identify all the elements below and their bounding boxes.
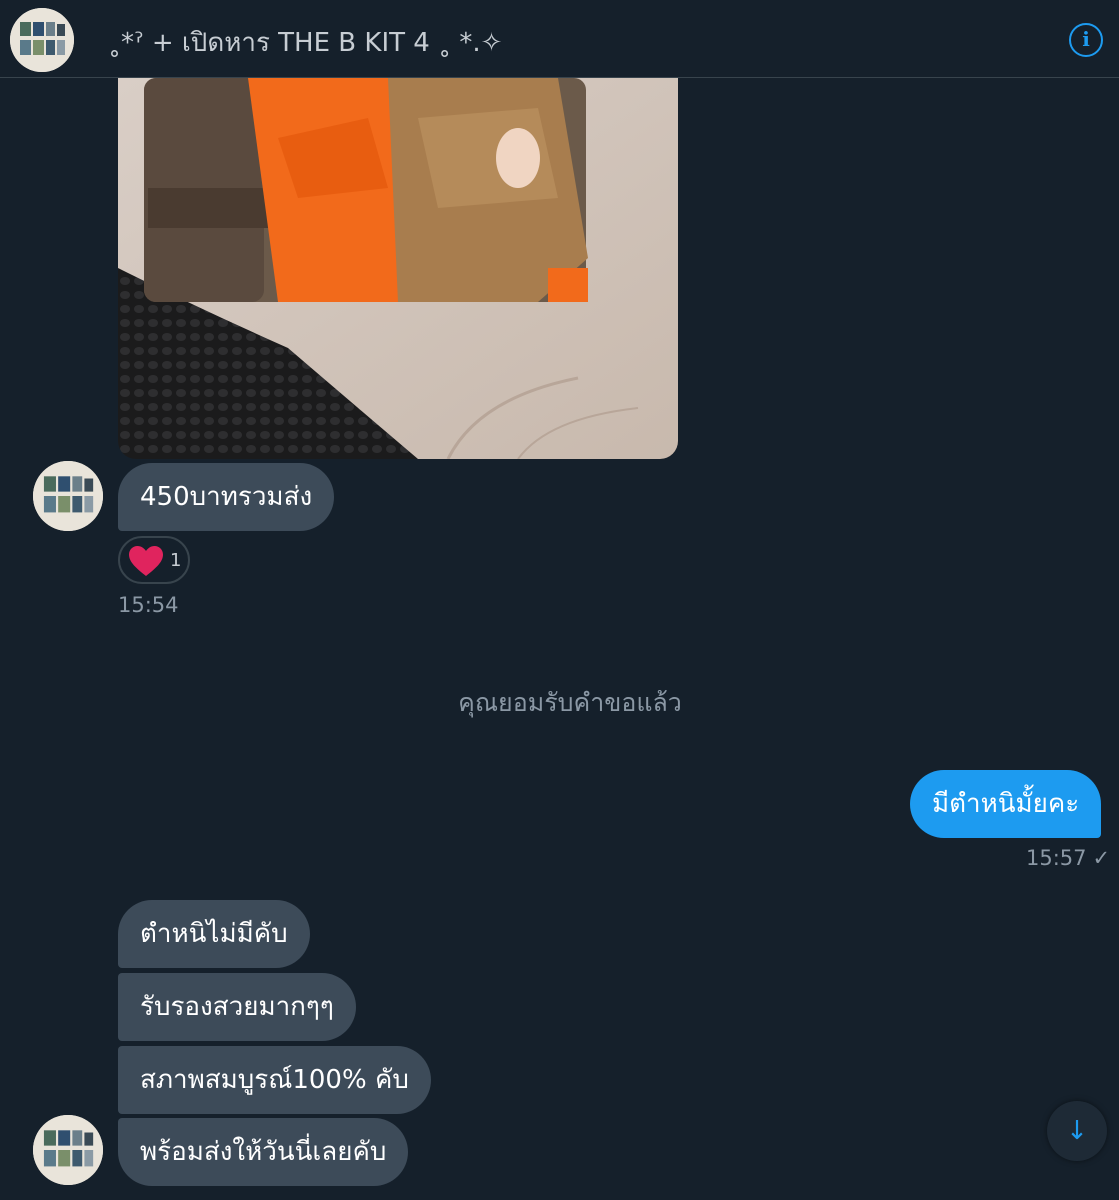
sender-avatar[interactable] <box>33 461 103 531</box>
message-bubble-incoming[interactable]: ตำหนิไม่มีคับ <box>118 900 310 968</box>
message-timestamp: 15:54 <box>118 593 179 617</box>
conversation-title: ˳*ˀ + เปิดหาร THE B KIT 4 ˳ *.✧ <box>108 28 503 58</box>
reaction-count: 1 <box>170 550 182 571</box>
message-bubble-outgoing[interactable]: มีตำหนิมั้ยคะ <box>910 770 1102 838</box>
arrow-down-icon: ↓ <box>1066 1116 1088 1146</box>
sender-avatar[interactable] <box>33 1115 103 1185</box>
group-avatar[interactable] <box>10 8 74 72</box>
message-bubble-incoming[interactable]: สภาพสมบูรณ์100% คับ <box>118 1046 431 1114</box>
image-message[interactable] <box>118 78 678 459</box>
reaction-badge[interactable]: 1 <box>118 536 190 584</box>
info-icon[interactable]: i <box>1069 23 1103 57</box>
heart-icon <box>129 546 163 576</box>
sent-check-icon: ✓ <box>1092 846 1111 870</box>
system-notice: คุณยอมรับคำขอแล้ว <box>458 688 682 717</box>
message-timestamp: 15:57 ✓ <box>1026 846 1110 870</box>
conversation-header: ˳*ˀ + เปิดหาร THE B KIT 4 ˳ *.✧ i <box>0 0 1119 78</box>
message-bubble-incoming[interactable]: รับรองสวยมากๆๆ <box>118 973 356 1041</box>
timestamp-text: 15:57 <box>1026 846 1087 870</box>
scroll-down-button[interactable]: ↓ <box>1047 1101 1107 1161</box>
message-bubble-incoming[interactable]: พร้อมส่งให้วันนี่เลยคับ <box>118 1118 409 1186</box>
message-bubble-incoming[interactable]: 450บาทรวมส่ง <box>118 463 335 531</box>
